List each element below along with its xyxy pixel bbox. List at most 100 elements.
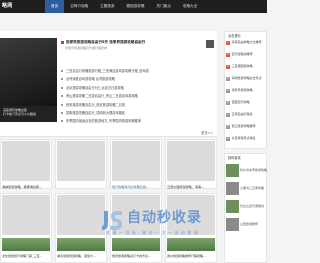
- headline-subtitle[interactable]: 张家界旅游攻略自驾游行程安排: [65, 46, 205, 50]
- news-list-item[interactable]: 黄山旅游攻略二日游自由行_黄山二日游自驾游攻略: [61, 92, 211, 100]
- hot-ranking-item[interactable]: 2 自驾游路线推荐: [226, 52, 267, 57]
- card-title[interactable]: 贵州旅游攻略推荐行程攻略...: [167, 254, 215, 258]
- rank-number: 1: [226, 41, 230, 45]
- hot-item-text: 北京旅游景点排名: [231, 136, 256, 140]
- news-list-item[interactable]: 北京旅游攻略自由行5日_北京五日游攻略: [61, 84, 211, 92]
- headline-marker-icon: [61, 40, 64, 44]
- article-card[interactable]: 文化旅游旅行攻略门票_三亚...: [0, 193, 52, 263]
- section-header: 更多>>: [0, 129, 217, 137]
- news-list-item[interactable]: 冬季国内最适合去的旅游地方_冬季国内旅游攻略推荐: [61, 117, 211, 125]
- bullet-icon: [61, 120, 63, 123]
- hot-item-text: 张家界旅游攻略: [231, 88, 253, 92]
- news-item-text: 台湾深度自驾游攻略 台湾旅游攻略: [66, 77, 115, 82]
- card-title[interactable]: 海岸旅游攻略、娜娜海拉那...: [2, 184, 50, 189]
- nav-item-self-drive[interactable]: 自驾行攻略: [64, 0, 94, 13]
- hot-ranking-item[interactable]: 7 云南自由行路线: [226, 112, 267, 117]
- recommend-thumbnail[interactable]: [226, 164, 239, 177]
- top-navigation-bar: 略网 首页 自驾行攻略 主题旅游 跟团游攻略 热门景点 攻略大全: [0, 0, 267, 13]
- main-content-panel: 深度游玩攻略全集 打卡热门景点与小众路线 张家界旅游攻略自由行5天 张家界旅游攻…: [0, 31, 217, 132]
- hot-ranking-title: 点击排行: [228, 34, 241, 38]
- hot-item-text: 自驾游路线推荐: [231, 52, 253, 56]
- bullet-icon: [61, 111, 63, 114]
- card-title[interactable]: 文化旅游旅行攻略门票_三亚...: [2, 254, 50, 258]
- news-list: 三亚自由行攻略旅游行程_三亚海边自驾游攻略行程_自驾游 台湾深度自驾游攻略 台湾…: [61, 67, 211, 126]
- hot-ranking-item[interactable]: 8 丽江旅游攻略推荐: [226, 124, 267, 129]
- rank-number: 2: [226, 53, 230, 57]
- nav-item-group-tour[interactable]: 跟团游攻略: [121, 0, 151, 13]
- rank-number: 4: [226, 77, 230, 81]
- article-card[interactable]: [55, 139, 107, 189]
- card-title[interactable]: 湖北恩施旅游攻略、恩施大...: [57, 254, 105, 258]
- news-item-text: 北京旅游攻略自由行5日_北京五日游攻略: [66, 85, 124, 90]
- hot-item-text: 丽江旅游攻略推荐: [231, 124, 256, 128]
- nav-item-hot-spots[interactable]: 热门景点: [151, 0, 177, 13]
- watermark-overlay: 自动秒收录 收 录 一 目 标 · 来 访 一 次 一 自 动 收 录: [98, 204, 248, 238]
- article-card[interactable]: 云南大理旅游攻略、洱海...: [165, 139, 217, 189]
- hot-item-text: 海南自由攻略大全推荐: [231, 40, 262, 44]
- news-list-item[interactable]: 西安旅游攻略自由行_西安旅游攻略二日游: [61, 101, 211, 109]
- bullet-icon: [61, 103, 63, 106]
- recommend-item-text[interactable]: 九寨沟三日游攻略: [240, 186, 267, 190]
- news-item-text: 黄山旅游攻略二日游自由行_黄山二日游自驾游攻略: [66, 94, 138, 99]
- recommend-item-text[interactable]: 哈尔滨冰雪旅游攻略: [240, 168, 267, 172]
- card-thumbnail[interactable]: [2, 141, 50, 181]
- bullet-icon: [61, 78, 63, 81]
- news-item-text: 西安旅游攻略自由行_西安旅游攻略二日游: [66, 102, 125, 107]
- rank-number: 9: [226, 137, 230, 141]
- bullet-icon: [61, 86, 63, 89]
- card-thumbnail-small[interactable]: [57, 238, 105, 251]
- news-item-text: 三亚自由行攻略旅游行程_三亚海边自驾游攻略行程_自驾游: [66, 69, 149, 73]
- hot-ranking-item[interactable]: 9 北京旅游景点排名: [226, 136, 267, 141]
- news-list-item[interactable]: 昆明旅游攻略自由行_昆明到大理自驾路线: [61, 109, 211, 117]
- site-logo[interactable]: 略网: [2, 2, 13, 9]
- card-thumbnail[interactable]: [167, 141, 215, 181]
- news-item-text: 昆明旅游攻略自由行_昆明到大理自驾路线: [66, 110, 125, 115]
- slider-image[interactable]: [0, 38, 57, 106]
- more-link[interactable]: 更多>>: [201, 130, 213, 135]
- card-thumbnail-small[interactable]: [112, 238, 160, 251]
- hot-item-text: 云南自由行路线: [231, 112, 253, 116]
- rank-number: 6: [226, 101, 230, 105]
- hot-ranking-item[interactable]: 5 张家界旅游攻略: [226, 88, 267, 93]
- hot-item-text: 西藏自驾攻略: [231, 100, 250, 104]
- watermark-main-text: 自动秒收录: [127, 210, 202, 226]
- recommend-thumbnail[interactable]: [226, 182, 239, 195]
- card-thumbnail[interactable]: [57, 141, 105, 181]
- hot-ranking-panel: 点击排行 1 海南自由攻略大全推荐 2 自驾游路线推荐 3 三亚跟团游攻略 4 海南旅游…: [224, 31, 267, 149]
- rank-number: 3: [226, 65, 230, 69]
- rank-number: 7: [226, 113, 230, 117]
- card-title[interactable]: 云南大理旅游攻略、洱海...: [167, 184, 215, 189]
- nav-item-guides[interactable]: 攻略大全: [177, 0, 203, 13]
- news-list-item[interactable]: 三亚自由行攻略旅游行程_三亚海边自驾游攻略行程_自驾游: [61, 67, 211, 75]
- card-title[interactable]: 旅行攻略海平的攻略及旅...: [112, 184, 160, 189]
- card-thumbnail[interactable]: [112, 141, 160, 181]
- nav-item-home[interactable]: 首页: [45, 0, 65, 13]
- recommend-title: 猜你喜欢: [228, 156, 241, 160]
- hot-ranking-item[interactable]: 1 海南自由攻略大全推荐: [226, 40, 267, 45]
- headline-thumbnail[interactable]: [206, 40, 214, 48]
- headline-text: 张家界旅游攻略自由行5天 张家界旅游攻略自由行: [66, 40, 146, 44]
- hot-ranking-item[interactable]: 3 三亚跟团游攻略: [226, 64, 267, 69]
- bullet-icon: [61, 70, 63, 72]
- slider-caption: 深度游玩攻略全集 打卡热门景点与小众路线: [3, 108, 55, 116]
- hot-ranking-item[interactable]: 6 西藏自驾攻略: [226, 100, 267, 105]
- rank-number: 5: [226, 89, 230, 93]
- article-card[interactable]: 旅行攻略海平的攻略及旅...: [110, 139, 162, 189]
- nav-item-theme[interactable]: 主题旅游: [94, 0, 120, 13]
- hot-ranking-item[interactable]: 4 海南旅游攻略必去景点: [226, 76, 267, 81]
- bullet-icon: [61, 95, 63, 98]
- headline-link[interactable]: 张家界旅游攻略自由行5天 张家界旅游攻略自由行: [61, 40, 211, 45]
- article-card[interactable]: 海岸旅游攻略、娜娜海拉那...: [0, 139, 52, 189]
- main-nav: 首页 自驾行攻略 主题旅游 跟团游攻略 热门景点 攻略大全: [45, 0, 203, 13]
- news-item-text: 冬季国内最适合去的旅游地方_冬季国内旅游攻略推荐: [66, 119, 141, 124]
- hot-item-text: 三亚跟团游攻略: [231, 64, 253, 68]
- card-thumbnail-small[interactable]: [2, 238, 50, 251]
- slider-caption-line: 打卡热门景点与小众路线: [3, 112, 37, 116]
- card-thumbnail-small[interactable]: [167, 238, 215, 251]
- news-list-item[interactable]: 台湾深度自驾游攻略 台湾旅游攻略: [61, 75, 211, 83]
- featured-slider[interactable]: 深度游玩攻略全集 打卡热门景点与小众路线: [0, 38, 57, 122]
- hot-item-text: 海南旅游攻略必去景点: [231, 76, 262, 80]
- watermark-sub-text: 收 录 一 目 标 · 来 访 一 次 一 自 动 收 录: [106, 230, 199, 235]
- card-thumbnail[interactable]: [2, 195, 50, 235]
- card-title[interactable]: 重庆旅游攻略必打卡的景点...: [112, 254, 160, 258]
